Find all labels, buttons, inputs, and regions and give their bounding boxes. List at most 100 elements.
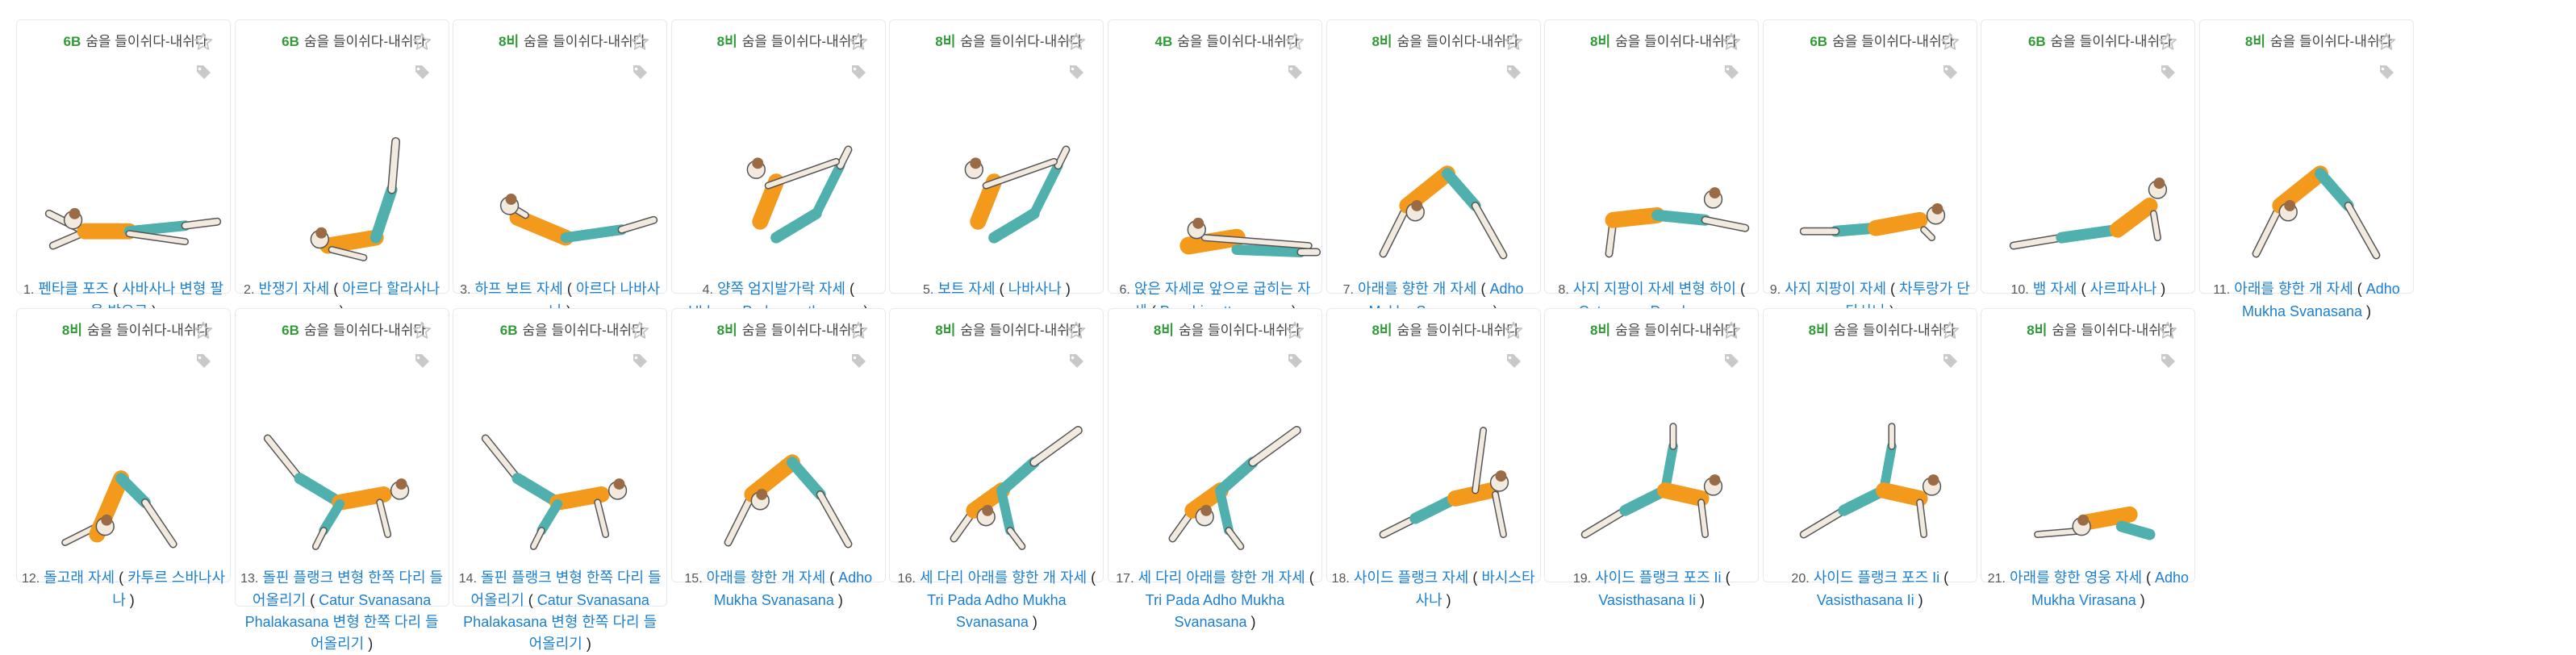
pose-sanskrit-link[interactable]: 카투르 스바나사나	[112, 569, 225, 608]
pose-sanskrit-link[interactable]: Tri Pada Adho Mukha Svanasana	[927, 592, 1066, 630]
star-icon[interactable]	[411, 31, 432, 52]
pose-card[interactable]: 8비 숨을 들이쉬다-내쉬다 15. 아래를 향한 개 자세 ( Adho Mukh…	[670, 308, 886, 608]
pose-card[interactable]: 8비 숨을 들이쉬다-내쉬다 11. 아래를 향한 개 자세 ( Adho Mukh…	[2199, 19, 2414, 319]
tag-icon[interactable]	[1722, 62, 1741, 81]
star-icon[interactable]	[629, 31, 650, 52]
star-icon[interactable]	[1939, 320, 1960, 341]
pose-sanskrit-link[interactable]: 아르다 할라사나	[342, 281, 440, 297]
tag-icon[interactable]	[412, 351, 432, 370]
pose-caption: 13. 돌핀 플랭크 변형 한쪽 다리 들어올리기 ( Catur Svanas…	[240, 569, 444, 652]
pose-card[interactable]: 8비 숨을 들이쉬다-내쉬다 19. 사이드 플랭크 포즈 Ii ( Vasisth…	[1544, 308, 1760, 608]
pose-card[interactable]: 6B 숨을 들이쉬다-내쉬다 14. 돌핀 플랭크 변형 한쪽 다리 들어올리기 (…	[453, 308, 668, 652]
pose-name-link[interactable]: 뱀 자세	[2033, 281, 2077, 297]
star-icon[interactable]	[1284, 320, 1305, 341]
pose-sanskrit-link[interactable]: Vasisthasana Ii	[1598, 592, 1696, 608]
tag-icon[interactable]	[412, 62, 432, 81]
tag-icon[interactable]	[1285, 351, 1305, 370]
star-icon[interactable]	[1066, 320, 1087, 341]
pose-card[interactable]: 8비 숨을 들이쉬다-내쉬다 16. 세 다리 아래를 향한 개 자세 ( Tri …	[889, 308, 1104, 630]
star-icon[interactable]	[848, 31, 869, 52]
star-icon[interactable]	[193, 320, 214, 341]
pose-card[interactable]: 8비숨을 들이쉬다-내쉬다8. 사지 지팡이 자세 변형 하이 ( Catura…	[1544, 19, 1760, 341]
pose-card[interactable]: 8비숨을 들이쉬다-내쉬다4. 양쪽 엄지발가락 자세 ( Ubhaya Pad…	[670, 19, 886, 319]
pose-name-link[interactable]: 세 다리 아래를 향한 개 자세	[1138, 569, 1305, 586]
pose-name-link[interactable]: 아래를 향한 개 자세	[1358, 281, 1476, 297]
tag-icon[interactable]	[194, 62, 213, 81]
pose-caption: 21. 아래를 향한 영웅 자세 ( Adho Mukha Virasana )	[1987, 569, 2190, 608]
tag-icon[interactable]	[1504, 62, 1523, 81]
pose-sanskrit-link[interactable]: Vasisthasana Ii	[1817, 592, 1914, 608]
star-icon[interactable]	[848, 320, 869, 341]
pose-name-link[interactable]: 세 다리 아래를 향한 개 자세	[920, 569, 1087, 586]
star-icon[interactable]	[2157, 31, 2178, 52]
pose-card[interactable]: 6B숨을 들이쉬다-내쉬다1. 펜타클 포즈 ( 사바사나 변형 팔을 밖으로 …	[16, 19, 231, 319]
level-badge: 8비	[61, 323, 82, 338]
pose-card[interactable]: 6B 숨을 들이쉬다-내쉬다 10. 뱀 자세 ( 사르파사나 )	[1981, 19, 2196, 297]
pose-name-link[interactable]: 반쟁기 자세	[258, 281, 329, 297]
star-icon[interactable]	[1503, 320, 1524, 341]
tag-icon[interactable]	[1940, 351, 1960, 370]
tag-icon[interactable]	[2377, 62, 2396, 81]
pose-card[interactable]: 8비 숨을 들이쉬다-내쉬다 5. 보트 자세 ( 나바사나 )	[889, 19, 1104, 297]
tag-icon[interactable]	[1940, 62, 1960, 81]
pose-name-link[interactable]: 아래를 향한 개 자세	[707, 569, 825, 586]
breath-label: 숨을 들이쉬다-내쉬다	[303, 323, 427, 338]
tag-icon[interactable]	[1285, 62, 1305, 81]
star-icon[interactable]	[1721, 320, 1742, 341]
pose-card[interactable]: 6B숨을 들이쉬다-내쉬다9. 사지 지팡이 자세 ( 차투랑가 단다사나 )	[1762, 19, 1977, 319]
pose-name-link[interactable]: 사이드 플랭크 포즈 Ii	[1595, 569, 1721, 586]
pose-sanskrit-link[interactable]: Tri Pada Adho Mukha Svanasana	[1146, 592, 1284, 630]
pose-name-link[interactable]: 아래를 향한 개 자세	[2234, 281, 2353, 297]
pose-card[interactable]: 8비 숨을 들이쉬다-내쉬다 20. 사이드 플랭크 포즈 Ii ( Vasisth…	[1762, 308, 1977, 608]
pose-name-link[interactable]: 돌고래 자세	[44, 569, 115, 586]
star-icon[interactable]	[1939, 31, 1960, 52]
pose-name-link[interactable]: 사지 지팡이 자세	[1785, 281, 1886, 297]
tag-icon[interactable]	[630, 62, 649, 81]
star-icon[interactable]	[193, 31, 214, 52]
pose-card[interactable]: 8비 숨을 들이쉬다-내쉬다 12. 돌고래 자세 ( 카투르 스바나사나 )	[16, 308, 231, 608]
star-icon[interactable]	[1503, 31, 1524, 52]
tag-icon[interactable]	[849, 351, 868, 370]
star-icon[interactable]	[2157, 320, 2178, 341]
pose-sanskrit-link[interactable]: 나바사나	[1008, 281, 1062, 297]
star-icon[interactable]	[1066, 31, 1087, 52]
star-icon[interactable]	[1284, 31, 1305, 52]
level-badge: 8비	[716, 34, 737, 49]
tag-icon[interactable]	[1067, 351, 1086, 370]
tag-icon[interactable]	[194, 351, 213, 370]
pose-card[interactable]: 8비 숨을 들이쉬다-내쉬다 18. 사이드 플랭크 자세 ( 바시스타사나 )	[1326, 308, 1541, 608]
pose-card[interactable]: 8비숨을 들이쉬다-내쉬다3. 하프 보트 자세 ( 아르다 나바사나 )	[453, 19, 668, 319]
pose-name-link[interactable]: 사이드 플랭크 포즈 Ii	[1814, 569, 1939, 586]
pose-name-link[interactable]: 펜타클 포즈	[38, 281, 109, 297]
pose-card[interactable]: 6B 숨을 들이쉬다-내쉬다 13. 돌핀 플랭크 변형 한쪽 다리 들어올리기 (…	[234, 308, 449, 652]
pose-name-link[interactable]: 양쪽 엄지발가락 자세	[717, 281, 845, 297]
level-badge: 8비	[2244, 34, 2265, 49]
pose-card[interactable]: 8비 숨을 들이쉬다-내쉬다 21. 아래를 향한 영웅 자세 ( Adho Muk…	[1981, 308, 2196, 608]
star-icon[interactable]	[2376, 31, 2397, 52]
tag-icon[interactable]	[2158, 351, 2177, 370]
tag-icon[interactable]	[1067, 62, 1086, 81]
pose-card[interactable]: 6B숨을 들이쉬다-내쉬다2. 반쟁기 자세 ( 아르다 할라사나 )	[234, 19, 449, 319]
star-icon[interactable]	[411, 320, 432, 341]
pose-name-link[interactable]: 아래를 향한 영웅 자세	[2010, 569, 2142, 586]
level-badge: 8비	[1590, 34, 1611, 49]
pose-name-link[interactable]: 하프 보트 자세	[474, 281, 562, 297]
tag-icon[interactable]	[849, 62, 868, 81]
pose-name-link[interactable]: 사이드 플랭크 자세	[1354, 569, 1468, 586]
tag-icon[interactable]	[630, 351, 649, 370]
tag-icon[interactable]	[1722, 351, 1741, 370]
star-icon[interactable]	[629, 320, 650, 341]
tag-icon[interactable]	[2158, 62, 2177, 81]
pose-name-link[interactable]: 보트 자세	[937, 281, 995, 297]
pose-sanskrit-link[interactable]: 사르파사나	[2090, 281, 2156, 297]
pose-card[interactable]: 8비숨을 들이쉬다-내쉬다7. 아래를 향한 개 자세 ( Adho Mukha…	[1326, 19, 1541, 319]
pose-card[interactable]: 4B숨을 들이쉬다-내쉬다6. 앉은 자세로 앞으로 굽히는 자세 ( Pasc…	[1108, 19, 1322, 319]
pose-caption: 20. 사이드 플랭크 포즈 Ii ( Vasisthasana Ii )	[1791, 569, 1949, 608]
pose-number: 6.	[1119, 283, 1130, 297]
pose-name-link[interactable]: 사지 지팡이 자세 변형 하이	[1573, 281, 1736, 297]
pose-card[interactable]: 8비 숨을 들이쉬다-내쉬다 17. 세 다리 아래를 향한 개 자세 ( Tri …	[1108, 308, 1322, 630]
breath-label: 숨을 들이쉬다-내쉬다	[960, 323, 1083, 338]
pose-caption: 17. 세 다리 아래를 향한 개 자세 ( Tri Pada Adho Muk…	[1116, 569, 1314, 630]
tag-icon[interactable]	[1504, 351, 1523, 370]
star-icon[interactable]	[1721, 31, 1742, 52]
